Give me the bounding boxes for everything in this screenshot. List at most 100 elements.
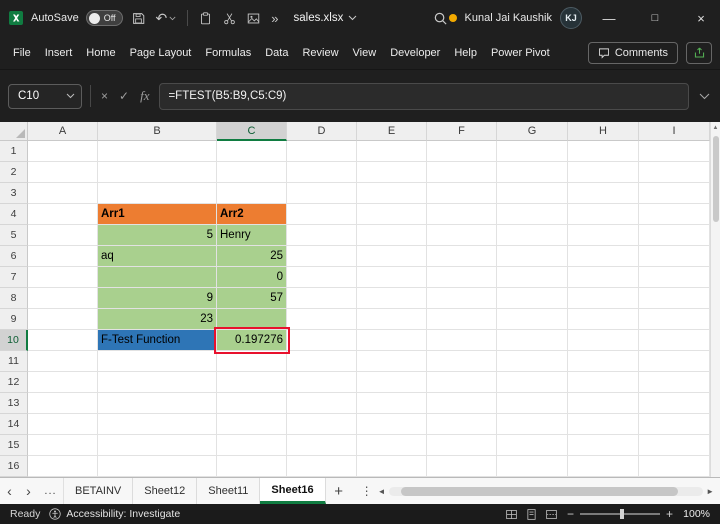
cell-A8[interactable]: [28, 288, 98, 309]
cell-G13[interactable]: [497, 393, 568, 414]
cell-G9[interactable]: [497, 309, 568, 330]
menu-tab-power-pivot[interactable]: Power Pivot: [484, 36, 557, 70]
cell-D14[interactable]: [287, 414, 357, 435]
cell-H11[interactable]: [568, 351, 639, 372]
minimize-button[interactable]: —: [590, 0, 628, 36]
cell-A15[interactable]: [28, 435, 98, 456]
cell-I14[interactable]: [639, 414, 710, 435]
sheet-tab-sheet16[interactable]: Sheet16: [260, 478, 326, 504]
cell-E7[interactable]: [357, 267, 427, 288]
cell-E12[interactable]: [357, 372, 427, 393]
sheet-list-button[interactable]: ...: [38, 478, 64, 504]
cell-F16[interactable]: [427, 456, 497, 477]
toolbar-overflow-button[interactable]: »: [269, 9, 280, 28]
enter-icon[interactable]: ✓: [119, 89, 129, 103]
cell-D9[interactable]: [287, 309, 357, 330]
add-sheet-button[interactable]: +: [326, 478, 352, 504]
sheet-tab-sheet12[interactable]: Sheet12: [133, 478, 198, 504]
cell-H6[interactable]: [568, 246, 639, 267]
menu-tab-review[interactable]: Review: [295, 36, 345, 70]
cell-F8[interactable]: [427, 288, 497, 309]
cell-B4[interactable]: Arr1: [98, 204, 217, 225]
cell-G5[interactable]: [497, 225, 568, 246]
cell-B14[interactable]: [98, 414, 217, 435]
comments-button[interactable]: Comments: [587, 41, 678, 64]
cell-A3[interactable]: [28, 183, 98, 204]
cell-D3[interactable]: [287, 183, 357, 204]
normal-view-icon[interactable]: [505, 508, 518, 521]
cell-H4[interactable]: [568, 204, 639, 225]
cell-H9[interactable]: [568, 309, 639, 330]
horizontal-scroll-thumb[interactable]: [401, 486, 678, 496]
cell-C5[interactable]: Henry: [217, 225, 287, 246]
select-all-corner[interactable]: [0, 122, 28, 141]
cell-I15[interactable]: [639, 435, 710, 456]
cell-H2[interactable]: [568, 162, 639, 183]
cell-I11[interactable]: [639, 351, 710, 372]
cell-I6[interactable]: [639, 246, 710, 267]
sheet-nav-left-icon[interactable]: ‹: [0, 478, 19, 504]
cell-F9[interactable]: [427, 309, 497, 330]
cell-G3[interactable]: [497, 183, 568, 204]
cell-D5[interactable]: [287, 225, 357, 246]
cancel-icon[interactable]: ×: [101, 89, 108, 103]
cell-I13[interactable]: [639, 393, 710, 414]
menu-tab-view[interactable]: View: [346, 36, 384, 70]
menu-tab-data[interactable]: Data: [258, 36, 295, 70]
cell-B15[interactable]: [98, 435, 217, 456]
cell-E5[interactable]: [357, 225, 427, 246]
cell-B9[interactable]: 23: [98, 309, 217, 330]
cell-G14[interactable]: [497, 414, 568, 435]
row-header-5[interactable]: 5: [0, 225, 28, 246]
cell-I16[interactable]: [639, 456, 710, 477]
cell-B5[interactable]: 5: [98, 225, 217, 246]
sheetbar-kebab-icon[interactable]: ⋮: [358, 478, 376, 504]
cell-E8[interactable]: [357, 288, 427, 309]
cell-A12[interactable]: [28, 372, 98, 393]
accessibility-status[interactable]: Accessibility: Investigate: [49, 508, 180, 520]
cell-F14[interactable]: [427, 414, 497, 435]
column-header-G[interactable]: G: [497, 122, 568, 141]
document-title[interactable]: sales.xlsx: [294, 12, 358, 24]
zoom-out-icon[interactable]: −: [567, 507, 574, 521]
cell-D16[interactable]: [287, 456, 357, 477]
cell-H1[interactable]: [568, 141, 639, 162]
column-header-H[interactable]: H: [568, 122, 639, 141]
clipboard-button[interactable]: [197, 10, 214, 27]
cell-I7[interactable]: [639, 267, 710, 288]
column-header-C[interactable]: C: [217, 122, 287, 141]
cell-G16[interactable]: [497, 456, 568, 477]
row-header-10[interactable]: 10: [0, 330, 28, 351]
row-header-13[interactable]: 13: [0, 393, 28, 414]
cell-F5[interactable]: [427, 225, 497, 246]
cell-G15[interactable]: [497, 435, 568, 456]
insert-function-icon[interactable]: fx: [140, 88, 149, 104]
cell-G7[interactable]: [497, 267, 568, 288]
column-header-B[interactable]: B: [98, 122, 217, 141]
cell-A4[interactable]: [28, 204, 98, 225]
cell-H5[interactable]: [568, 225, 639, 246]
sheet-tab-sheet11[interactable]: Sheet11: [197, 478, 261, 504]
row-header-2[interactable]: 2: [0, 162, 28, 183]
cell-I4[interactable]: [639, 204, 710, 225]
menu-tab-help[interactable]: Help: [447, 36, 484, 70]
row-header-11[interactable]: 11: [0, 351, 28, 372]
cell-D2[interactable]: [287, 162, 357, 183]
row-header-4[interactable]: 4: [0, 204, 28, 225]
cell-B10[interactable]: F-Test Function: [98, 330, 217, 351]
row-header-3[interactable]: 3: [0, 183, 28, 204]
cell-C10[interactable]: 0.197276: [214, 327, 290, 354]
row-header-12[interactable]: 12: [0, 372, 28, 393]
vertical-scrollbar[interactable]: ▲: [710, 122, 720, 477]
cell-I12[interactable]: [639, 372, 710, 393]
cell-B8[interactable]: 9: [98, 288, 217, 309]
undo-button[interactable]: ↶: [154, 10, 179, 26]
cell-A9[interactable]: [28, 309, 98, 330]
cell-I3[interactable]: [639, 183, 710, 204]
menu-tab-page-layout[interactable]: Page Layout: [123, 36, 199, 70]
cell-A10[interactable]: [28, 330, 98, 351]
cell-H15[interactable]: [568, 435, 639, 456]
column-header-E[interactable]: E: [357, 122, 427, 141]
cell-C12[interactable]: [217, 372, 287, 393]
cell-G8[interactable]: [497, 288, 568, 309]
